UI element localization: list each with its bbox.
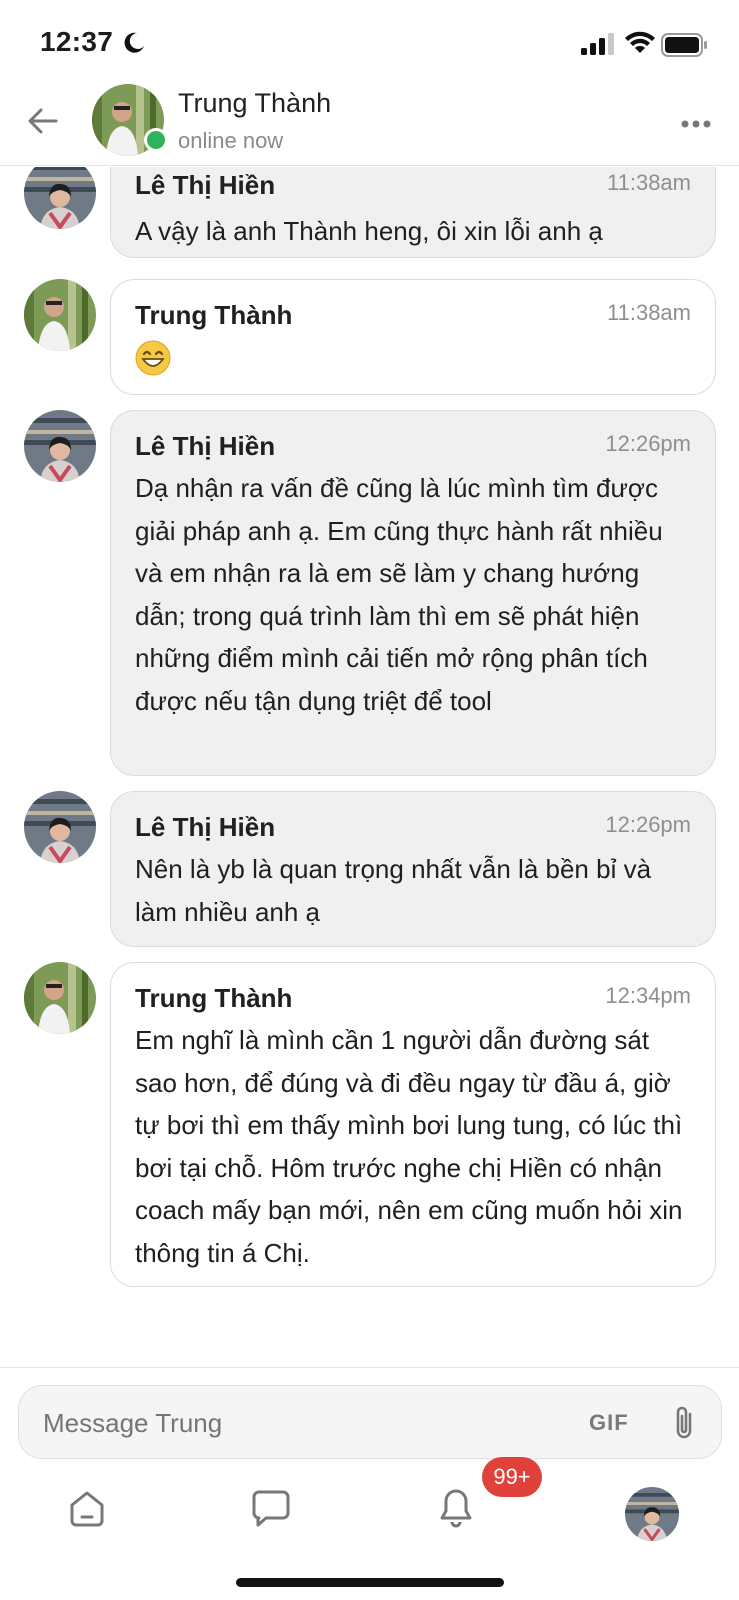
wifi-icon	[625, 31, 655, 53]
message-item: Lê Thị Hiền 11:38am A vậy là anh Thành h…	[0, 167, 739, 259]
message-sender: Lê Thị Hiền	[135, 431, 276, 461]
online-status-dot	[144, 128, 168, 152]
message-list[interactable]: Lê Thị Hiền 11:38am A vậy là anh Thành h…	[0, 167, 739, 1367]
home-icon[interactable]	[62, 1483, 112, 1533]
message-text: Dạ nhận ra vấn đề cũng là lúc mình tìm đ…	[135, 473, 663, 716]
thanh-avatar[interactable]	[24, 962, 96, 1034]
signal-icon	[581, 33, 614, 55]
message-item: Trung Thành 12:34pm Em nghĩ là mình cần …	[0, 962, 739, 1287]
composer-area: GIF	[0, 1367, 739, 1467]
message-text: A vậy là anh Thành heng, ôi xin lỗi anh …	[135, 216, 603, 246]
message-time: 12:26pm	[605, 431, 691, 456]
message-bubble[interactable]: Lê Thị Hiền 12:26pm Nên là yb là quan tr…	[110, 791, 716, 947]
moon-icon	[124, 32, 144, 53]
tab-bar: 99+	[0, 1457, 739, 1557]
message-time: 12:26pm	[605, 812, 691, 837]
thanh-avatar[interactable]	[24, 279, 96, 351]
message-time: 12:34pm	[605, 983, 691, 1008]
message-sender: Lê Thị Hiền	[135, 812, 276, 842]
gif-button[interactable]: GIF	[589, 1410, 629, 1436]
message-time: 11:38am	[607, 300, 691, 325]
hien-avatar[interactable]	[24, 167, 96, 229]
message-item: Lê Thị Hiền 12:26pm Nên là yb là quan tr…	[0, 791, 739, 947]
message-sender: Lê Thị Hiền	[135, 170, 276, 200]
contact-status: online now	[178, 128, 284, 153]
message-composer[interactable]: GIF	[18, 1385, 722, 1459]
message-item: Trung Thành 11:38am	[0, 279, 739, 395]
hien-avatar[interactable]	[24, 791, 96, 863]
message-sender: Trung Thành	[135, 983, 293, 1013]
message-bubble[interactable]: Lê Thị Hiền 11:38am A vậy là anh Thành h…	[110, 167, 716, 258]
message-time: 11:38am	[607, 170, 691, 195]
chat-header: Trung Thành online now	[0, 82, 739, 166]
bell-icon[interactable]	[431, 1483, 481, 1533]
message-item: Lê Thị Hiền 12:26pm Dạ nhận ra vấn đề cũ…	[0, 410, 739, 776]
message-bubble[interactable]: Trung Thành 11:38am	[110, 279, 716, 395]
battery-icon	[661, 33, 707, 57]
paperclip-icon[interactable]	[669, 1404, 701, 1442]
grinning-face-icon	[135, 340, 171, 376]
profile-avatar[interactable]	[625, 1487, 679, 1541]
status-time: 12:37	[40, 26, 114, 57]
message-bubble[interactable]: Trung Thành 12:34pm Em nghĩ là mình cần …	[110, 962, 716, 1287]
notification-badge: 99+	[482, 1457, 542, 1497]
message-text: Em nghĩ là mình cần 1 người dẫn đường sá…	[135, 1025, 683, 1268]
message-input[interactable]	[43, 1408, 523, 1439]
chat-icon[interactable]	[246, 1483, 296, 1533]
message-text: Nên là yb là quan trọng nhất vẫn là bền …	[135, 854, 652, 927]
hien-avatar[interactable]	[24, 410, 96, 482]
status-bar: 12:37	[0, 0, 739, 82]
message-sender: Trung Thành	[135, 300, 293, 330]
more-options-icon[interactable]	[680, 118, 712, 130]
contact-name[interactable]: Trung Thành	[178, 88, 331, 119]
message-bubble[interactable]: Lê Thị Hiền 12:26pm Dạ nhận ra vấn đề cũ…	[110, 410, 716, 776]
back-arrow-icon[interactable]	[26, 104, 60, 138]
home-indicator[interactable]	[236, 1578, 504, 1587]
